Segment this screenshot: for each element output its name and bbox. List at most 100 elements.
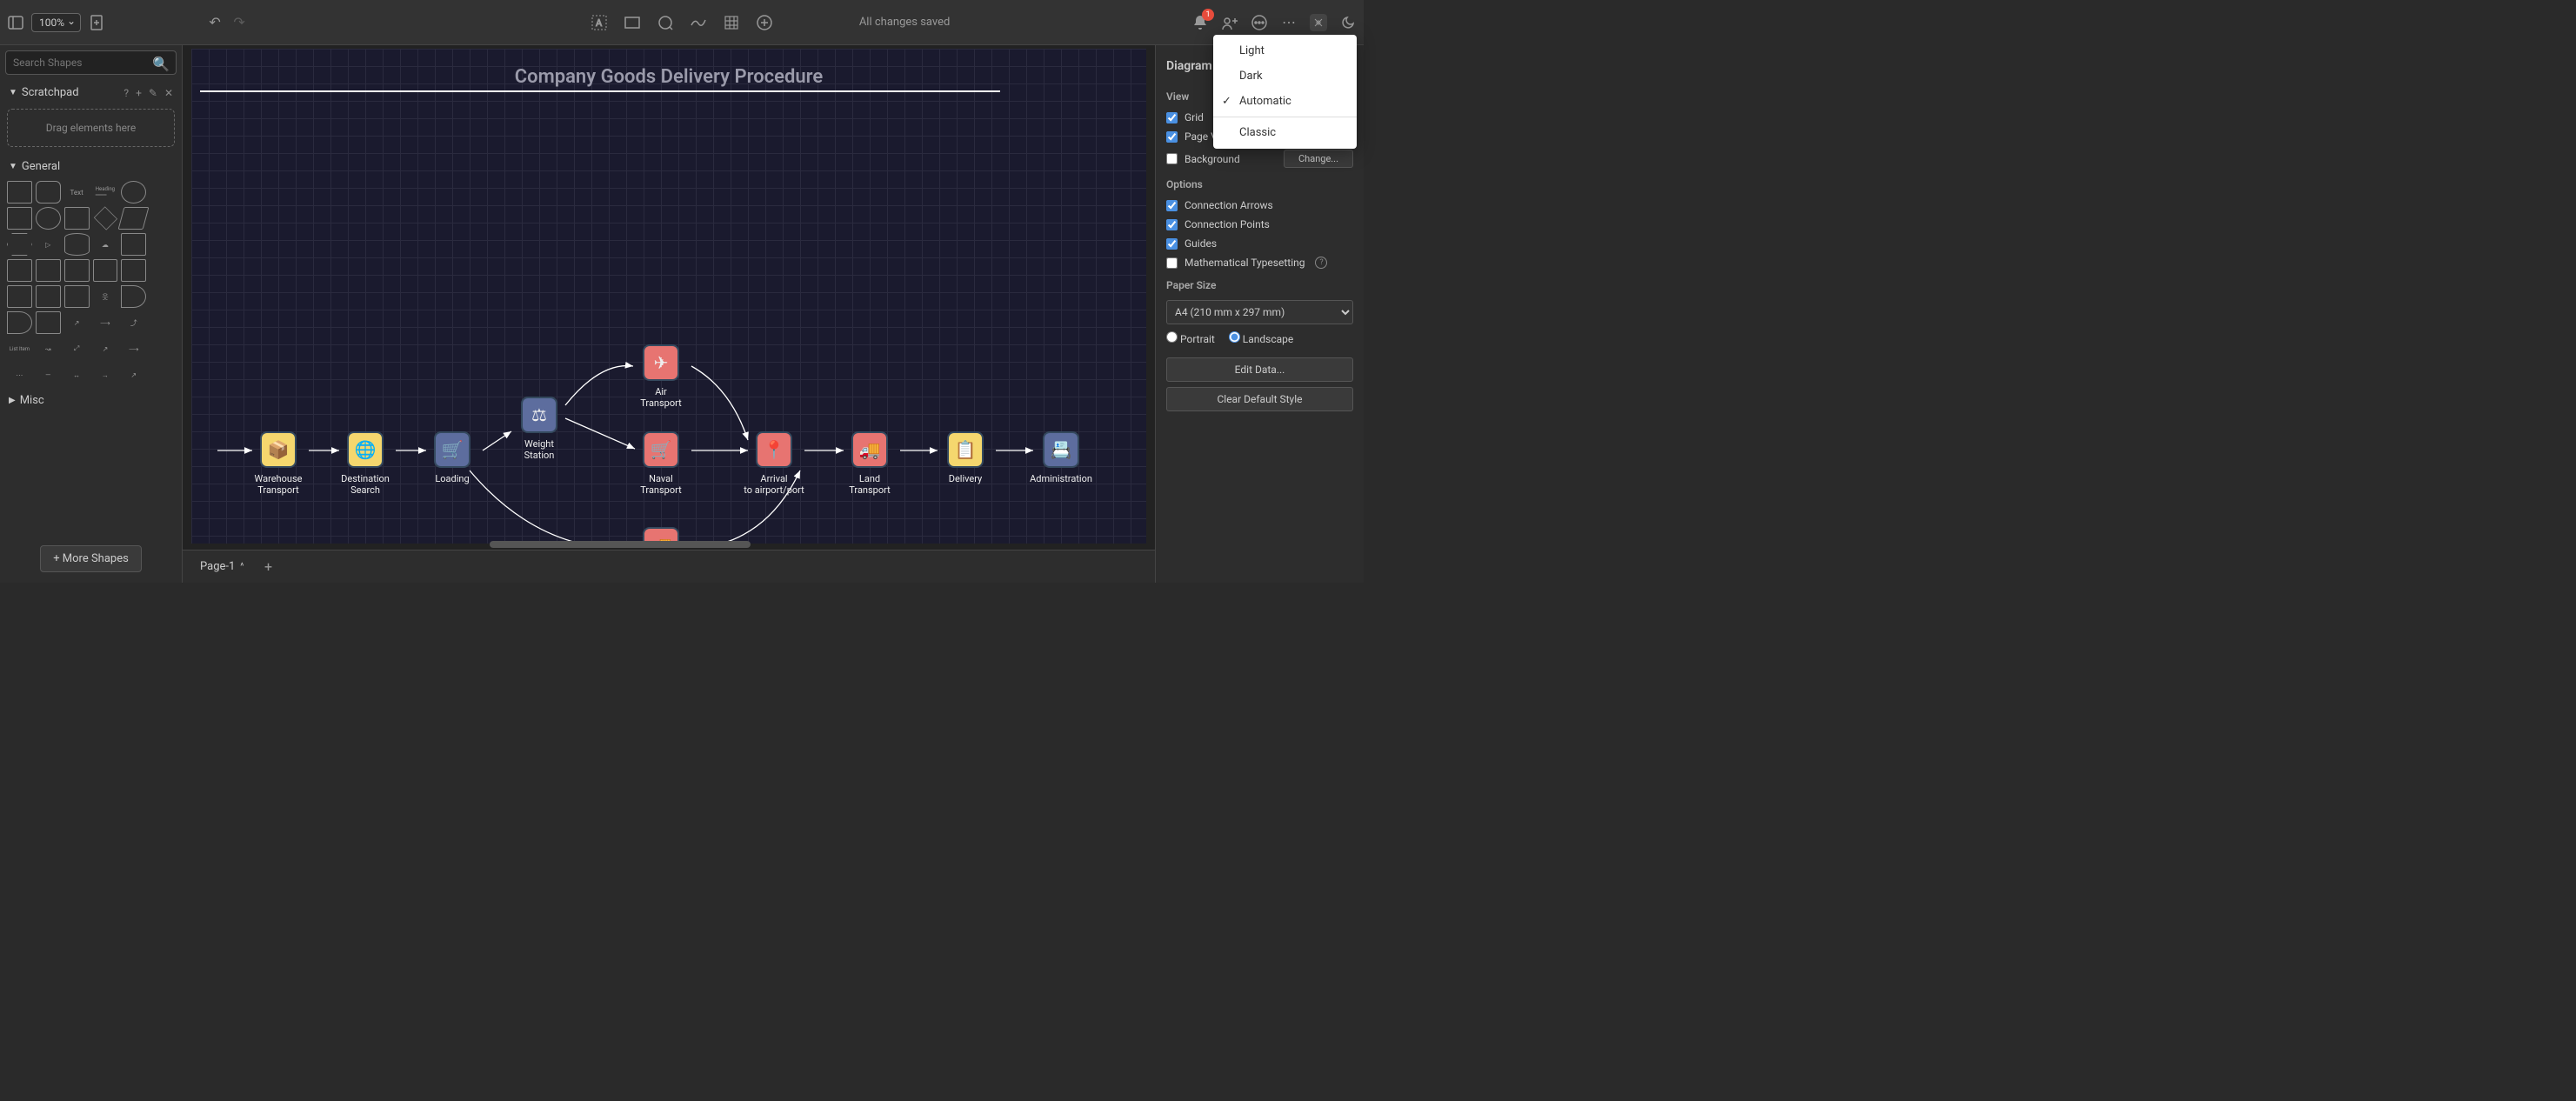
rectangle-tool-icon[interactable]	[624, 14, 641, 31]
shape-triangle[interactable]: ▷	[36, 233, 61, 256]
change-bg-button[interactable]: Change...	[1284, 150, 1353, 168]
portrait-radio[interactable]	[1166, 331, 1178, 343]
theme-classic[interactable]: Classic	[1213, 120, 1357, 145]
clear-style-button[interactable]: Clear Default Style	[1166, 387, 1353, 411]
node-loading[interactable]: 🛒Loading	[417, 431, 487, 484]
shape-biline[interactable]: ↔	[64, 364, 90, 386]
shape-blank6[interactable]	[150, 311, 175, 334]
guides-checkbox[interactable]	[1166, 238, 1178, 250]
paper-size-select[interactable]: A4 (210 mm x 297 mm)	[1166, 300, 1353, 324]
math-checkbox[interactable]	[1166, 257, 1178, 269]
general-header[interactable]: ▼General	[5, 156, 177, 177]
page-tab-1[interactable]: Page-1 ^	[193, 557, 250, 577]
shape-arrow2[interactable]: ⟶	[93, 311, 118, 334]
node-delivery[interactable]: 📋Delivery	[931, 431, 1000, 484]
shape-blank8[interactable]	[150, 364, 175, 386]
shape-arrow6[interactable]: →	[93, 364, 118, 386]
shape-data[interactable]	[36, 311, 61, 334]
shape-arrow1[interactable]: ↗	[64, 311, 90, 334]
shape-arrow3[interactable]: ⤴	[121, 311, 146, 334]
shape-and[interactable]	[7, 311, 32, 334]
shape-actor[interactable]: 웃	[93, 285, 118, 308]
conn-points-checkbox[interactable]	[1166, 219, 1178, 230]
shape-step[interactable]	[64, 259, 90, 282]
sidebar-toggle-icon[interactable]	[7, 14, 24, 31]
shape-internal[interactable]	[7, 259, 32, 282]
shape-rect[interactable]	[7, 181, 32, 204]
canvas[interactable]: Company Goods Delivery Procedure	[191, 49, 1146, 544]
search-icon[interactable]: 🔍	[152, 56, 170, 72]
shape-blank5[interactable]	[150, 285, 175, 308]
zoom-select[interactable]: 100%	[31, 13, 81, 32]
shape-square[interactable]	[7, 207, 32, 230]
comment-icon[interactable]	[1251, 14, 1268, 31]
scratchpad-dropzone[interactable]: Drag elements here	[7, 109, 175, 147]
shape-round-rect[interactable]	[36, 181, 61, 204]
shape-note[interactable]	[7, 285, 32, 308]
shape-biarrow[interactable]: ⤢	[64, 337, 90, 360]
undo-icon[interactable]: ↶	[206, 14, 224, 31]
redo-icon[interactable]: ↷	[230, 14, 248, 31]
add-icon[interactable]: +	[136, 87, 142, 99]
node-air[interactable]: ✈AirTransport	[626, 344, 696, 409]
more-shapes-button[interactable]: + More Shapes	[40, 545, 142, 572]
shape-or[interactable]	[121, 285, 146, 308]
edit-icon[interactable]: ✎	[149, 87, 157, 99]
misc-header[interactable]: ▶Misc	[5, 390, 177, 411]
shape-card[interactable]	[36, 285, 61, 308]
shape-dashed[interactable]: ⋯	[7, 364, 32, 386]
shape-text[interactable]: Text	[64, 181, 90, 204]
freehand-tool-icon[interactable]	[690, 14, 707, 31]
help-icon[interactable]: ?	[123, 87, 129, 99]
conn-arrows-checkbox[interactable]	[1166, 200, 1178, 211]
info-icon[interactable]: ?	[1315, 257, 1327, 269]
dark-mode-icon[interactable]	[1339, 14, 1357, 31]
theme-icon[interactable]	[1310, 14, 1327, 31]
theme-automatic[interactable]: Automatic	[1213, 89, 1357, 114]
notification-icon[interactable]	[1191, 14, 1209, 31]
shape-blank4[interactable]	[150, 259, 175, 282]
landscape-radio[interactable]	[1229, 331, 1240, 343]
node-warehouse[interactable]: 📦WarehouseTransport	[244, 431, 313, 496]
shape-diamond[interactable]	[93, 206, 117, 230]
shape-parallelogram[interactable]	[118, 207, 150, 230]
node-weight[interactable]: ⚖WeightStation	[504, 397, 574, 461]
shape-cylinder[interactable]	[64, 233, 90, 256]
shape-blank7[interactable]	[150, 337, 175, 360]
node-admin[interactable]: 📇Administration	[1026, 431, 1096, 484]
new-page-icon[interactable]	[88, 14, 105, 31]
theme-light[interactable]: Light	[1213, 38, 1357, 63]
shape-arrow7[interactable]: ↗	[121, 364, 146, 386]
node-land[interactable]: 🚚LandTransport	[835, 431, 904, 496]
close-icon[interactable]: ✕	[164, 87, 173, 99]
theme-dark[interactable]: Dark	[1213, 63, 1357, 89]
ellipse-tool-icon[interactable]	[657, 14, 674, 31]
search-input[interactable]	[5, 50, 177, 75]
shape-hexagon[interactable]	[7, 233, 32, 256]
add-page-icon[interactable]: +	[259, 558, 277, 576]
shape-blank2[interactable]	[150, 207, 175, 230]
menu-icon[interactable]: ⋯	[1280, 14, 1298, 31]
shape-circle[interactable]	[36, 207, 61, 230]
shape-list[interactable]: List Item	[7, 337, 32, 360]
shape-heading[interactable]: Heading═══	[93, 181, 118, 204]
shape-arrow5[interactable]: ⟶	[121, 337, 146, 360]
table-tool-icon[interactable]	[723, 14, 740, 31]
horizontal-scrollbar[interactable]	[490, 541, 751, 548]
shape-cloud[interactable]: ☁	[93, 233, 118, 256]
shape-callout[interactable]	[64, 285, 90, 308]
shape-blank3[interactable]	[150, 233, 175, 256]
shape-curve[interactable]: ↝	[36, 337, 61, 360]
background-checkbox[interactable]	[1166, 153, 1178, 164]
shape-tape[interactable]	[121, 259, 146, 282]
shape-trap[interactable]	[93, 259, 118, 282]
share-icon[interactable]	[1221, 14, 1238, 31]
node-arrival[interactable]: 📍Arrivalto airport/port	[739, 431, 809, 496]
shape-line[interactable]: —	[36, 364, 61, 386]
shape-doc[interactable]	[121, 233, 146, 256]
pageview-checkbox[interactable]	[1166, 131, 1178, 143]
add-tool-icon[interactable]	[756, 14, 773, 31]
grid-checkbox[interactable]	[1166, 112, 1178, 123]
node-naval[interactable]: 🛒NavalTransport	[626, 431, 696, 496]
shape-arrow4[interactable]: ↗	[93, 337, 118, 360]
